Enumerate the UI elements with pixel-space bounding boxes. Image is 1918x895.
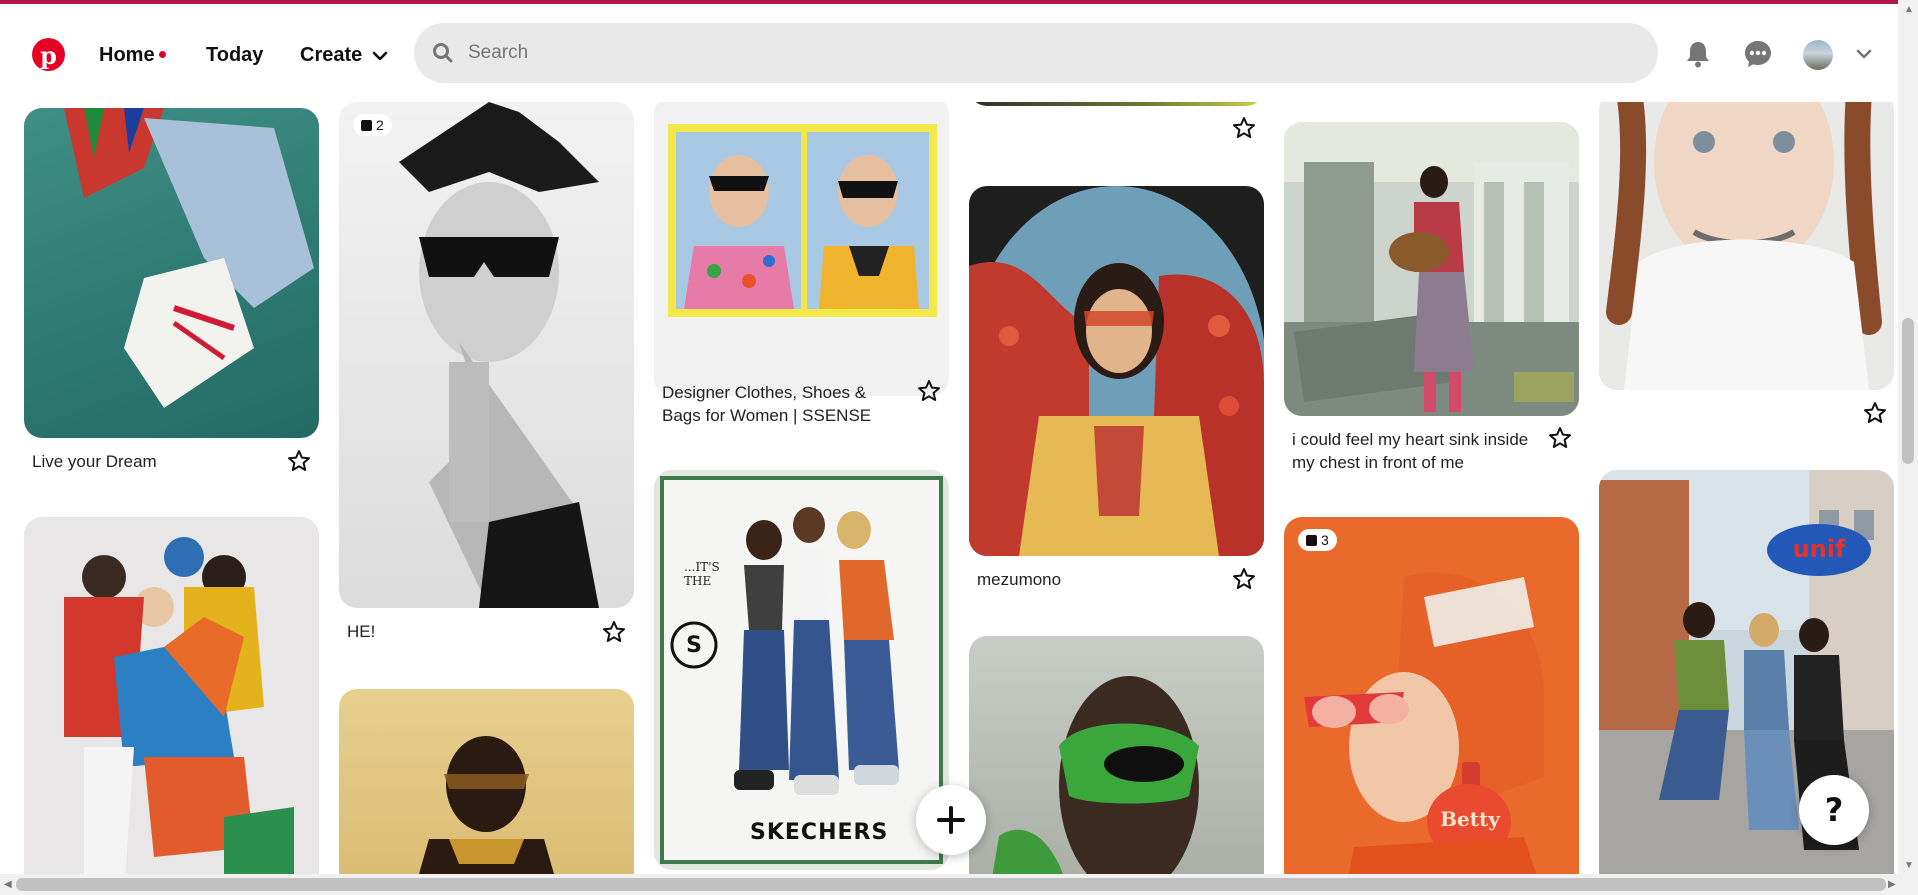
skechers-brand-text: SKECHERS — [750, 820, 889, 845]
pin-image-ssense[interactable] — [654, 102, 949, 396]
star-icon — [918, 380, 940, 401]
save-pin-button[interactable] — [915, 377, 943, 405]
account-menu-button[interactable] — [1848, 38, 1880, 70]
ad-tagline: ...IT'S THE — [684, 560, 720, 589]
nav-today-label: Today — [206, 44, 264, 66]
plus-icon — [937, 806, 965, 834]
pin-image-he[interactable]: 2 — [339, 102, 634, 608]
messages-button[interactable] — [1742, 38, 1774, 70]
stack-icon — [361, 119, 372, 131]
nav-create-label: Create — [300, 44, 363, 66]
horizontal-scrollbar-thumb[interactable] — [16, 878, 1886, 891]
notification-dot — [158, 51, 166, 58]
pin-image-skechers-ad[interactable]: S ...IT'S THE SKECHERS — [654, 470, 949, 870]
search-icon — [433, 43, 453, 63]
star-icon — [1233, 568, 1255, 589]
scroll-up-arrow-icon[interactable]: ▲ — [1904, 4, 1914, 15]
pin-image-mezumono[interactable] — [969, 186, 1264, 556]
star-icon — [603, 621, 625, 642]
pin-caption[interactable]: i could feel my heart sink inside my che… — [1292, 428, 1542, 474]
pin-image-betty[interactable]: 3 Betty — [1284, 517, 1579, 874]
nav-home[interactable]: Home — [99, 44, 166, 67]
pin-image-guitar[interactable] — [1284, 122, 1579, 416]
svg-text:S: S — [686, 633, 702, 658]
scroll-left-arrow-icon[interactable]: ◀ — [4, 879, 12, 890]
star-icon — [1549, 427, 1571, 448]
multi-image-badge: 2 — [353, 114, 392, 136]
avatar[interactable] — [1803, 40, 1833, 70]
save-pin-button[interactable] — [1230, 114, 1258, 142]
search-input[interactable] — [468, 42, 1568, 64]
pin-caption[interactable]: HE! — [347, 620, 375, 643]
star-icon — [288, 450, 310, 471]
nav-home-label: Home — [99, 44, 155, 66]
pinterest-logo[interactable]: p — [32, 38, 65, 71]
vertical-scrollbar-thumb[interactable] — [1902, 318, 1914, 464]
pin-caption[interactable]: Designer Clothes, Shoes & Bags for Women… — [662, 381, 892, 427]
bell-icon — [1687, 42, 1709, 68]
save-pin-button[interactable] — [285, 447, 313, 475]
messages-icon — [1745, 41, 1771, 67]
save-pin-button[interactable] — [600, 618, 628, 646]
star-icon — [1864, 402, 1886, 423]
notifications-button[interactable] — [1682, 38, 1714, 70]
pin-grid: Live your Dream 2 HE! Designer Clothes, … — [0, 102, 1898, 874]
multi-image-badge: 3 — [1298, 529, 1337, 551]
save-pin-button[interactable] — [1230, 565, 1258, 593]
help-icon: ? — [1824, 791, 1844, 829]
pin-image-group-colorful[interactable] — [24, 517, 319, 874]
save-pin-button[interactable] — [1861, 399, 1889, 427]
scroll-down-arrow-icon[interactable]: ▼ — [1904, 860, 1914, 871]
chevron-down-icon — [1856, 49, 1872, 59]
top-bar: p Home Today Create — [0, 4, 1898, 102]
pin-image-gold-jewelry[interactable] — [339, 689, 634, 874]
pin-image-braids[interactable] — [1599, 102, 1894, 390]
add-pin-button[interactable] — [916, 785, 986, 855]
search-bar[interactable] — [414, 23, 1658, 83]
save-pin-button[interactable] — [1546, 424, 1574, 452]
help-button[interactable]: ? — [1799, 775, 1869, 845]
earring-text: Betty — [1440, 807, 1500, 831]
pin-image-live-your-dream[interactable] — [24, 108, 319, 438]
star-icon — [1233, 117, 1255, 138]
pin-caption[interactable]: Live your Dream — [32, 450, 157, 473]
nav-create[interactable]: Create — [300, 44, 390, 67]
nav-today[interactable]: Today — [206, 44, 263, 67]
stack-icon — [1306, 534, 1317, 546]
unif-sign-text: unif — [1792, 535, 1846, 563]
chevron-down-icon — [372, 51, 388, 60]
pin-image-green-fur-glasses[interactable] — [969, 636, 1264, 874]
scroll-right-arrow-icon[interactable]: ▶ — [1888, 879, 1896, 890]
pin-image-top-partial[interactable] — [969, 102, 1264, 106]
pin-caption[interactable]: mezumono — [977, 568, 1061, 591]
